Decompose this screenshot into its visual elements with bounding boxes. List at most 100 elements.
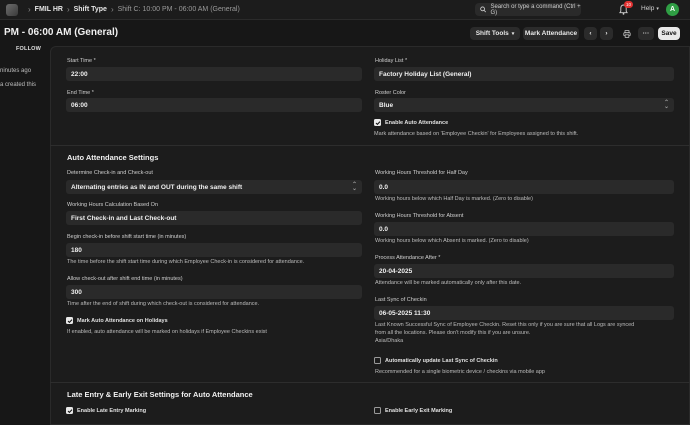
last-sync-label: Last Sync of Checkin xyxy=(375,297,427,303)
chevron-right-icon: › xyxy=(605,30,608,37)
help-dropdown[interactable]: Help ▾ xyxy=(641,5,659,12)
last-sync-description: Last Known Successful Sync of Employee C… xyxy=(375,322,635,328)
allow-checkout-description: Time after the end of shift during which… xyxy=(67,301,260,307)
last-sync-field[interactable]: 06-05-2025 11:30 xyxy=(374,306,674,320)
follow-button[interactable]: FOLLOW xyxy=(16,46,41,52)
save-button[interactable]: Save xyxy=(658,27,680,40)
begin-checkin-field[interactable]: 180 xyxy=(66,243,362,257)
half-day-threshold-label: Working Hours Threshold for Half Day xyxy=(375,170,468,176)
process-after-label: Process Attendance After * xyxy=(375,255,441,261)
holiday-list-field[interactable]: Factory Holiday List (General) xyxy=(374,67,674,81)
roster-color-select[interactable]: Blue ⌃ ⌄ xyxy=(374,98,674,112)
auto-update-sync-label: Automatically update Last Sync of Checki… xyxy=(385,357,498,364)
select-caret-icon: ⌃ ⌄ xyxy=(351,182,357,192)
late-entry-section-title: Late Entry & Early Exit Settings for Aut… xyxy=(67,390,253,399)
enable-auto-attendance-checkbox[interactable]: Enable Auto Attendance xyxy=(374,119,448,126)
start-time-value: 22:00 xyxy=(71,70,88,78)
determine-checkin-value: Alternating entries as IN and OUT during… xyxy=(71,183,243,191)
enable-early-exit-label: Enable Early Exit Marking xyxy=(385,407,453,414)
mark-on-holidays-checkbox[interactable]: Mark Auto Attendance on Holidays xyxy=(66,317,168,324)
breadcrumb: › FMIL HR › Shift Type › Shift C: 10:00 … xyxy=(24,5,240,14)
absent-threshold-field[interactable]: 0.0 xyxy=(374,222,674,236)
enable-early-exit-checkbox[interactable]: Enable Early Exit Marking xyxy=(374,407,452,414)
chevron-right-icon: › xyxy=(28,5,31,14)
holiday-list-label: Holiday List * xyxy=(375,58,408,64)
notification-badge: 10 xyxy=(624,1,634,8)
mark-on-holidays-description: If enabled, auto attendance will be mark… xyxy=(67,329,267,335)
page-title: PM - 06:00 AM (General) xyxy=(4,27,119,38)
last-sync-timezone: Asia/Dhaka xyxy=(375,338,404,344)
start-time-label: Start Time * xyxy=(67,58,96,64)
last-sync-value: 06-05-2025 11:30 xyxy=(379,309,431,317)
mark-attendance-label: Mark Attendance xyxy=(524,30,578,37)
chevron-right-icon: › xyxy=(66,5,70,14)
previous-doc-button[interactable]: ‹ xyxy=(584,27,597,40)
breadcrumb-shift-type[interactable]: Shift Type xyxy=(74,6,107,13)
absent-threshold-value: 0.0 xyxy=(379,225,389,233)
determine-checkin-label: Determine Check-in and Check-out xyxy=(67,170,153,176)
breadcrumb-current: Shift C: 10:00 PM - 06:00 AM (General) xyxy=(117,6,240,13)
half-day-threshold-field[interactable]: 0.0 xyxy=(374,180,674,194)
help-label: Help xyxy=(641,5,655,12)
roster-color-label: Roster Color xyxy=(375,90,406,96)
breadcrumb-fmil-hr[interactable]: FMIL HR xyxy=(35,6,63,13)
auto-update-sync-checkbox[interactable]: Automatically update Last Sync of Checki… xyxy=(374,357,498,364)
roster-color-value: Blue xyxy=(379,101,394,109)
search-icon xyxy=(480,6,487,13)
process-after-field[interactable]: 20-04-2025 xyxy=(374,264,674,278)
checkbox-checked-icon xyxy=(66,407,73,414)
allow-checkout-field[interactable]: 300 xyxy=(66,285,362,299)
half-day-threshold-value: 0.0 xyxy=(379,183,389,191)
holiday-list-value: Factory Holiday List (General) xyxy=(379,70,472,78)
checkbox-unchecked-icon xyxy=(374,357,381,364)
end-time-label: End Time * xyxy=(67,90,94,96)
chevron-right-icon: › xyxy=(110,5,114,14)
top-navbar: › FMIL HR › Shift Type › Shift C: 10:00 … xyxy=(0,0,690,20)
mark-attendance-button[interactable]: Mark Attendance xyxy=(523,27,579,40)
timeline-entry: ninutes ago xyxy=(0,68,32,74)
select-caret-icon: ⌃ ⌄ xyxy=(663,100,669,110)
checkbox-unchecked-icon xyxy=(374,407,381,414)
checkbox-checked-icon xyxy=(66,317,73,324)
avatar[interactable]: A xyxy=(666,3,679,16)
half-day-threshold-description: Working hours below which Half Day is ma… xyxy=(375,196,533,202)
shift-tools-button[interactable]: Shift Tools ▾ xyxy=(470,27,520,40)
end-time-field[interactable]: 06:00 xyxy=(66,98,362,112)
search-placeholder: Search or type a command (Ctrl + G) xyxy=(490,3,581,16)
working-hours-calc-value: First Check-in and Last Check-out xyxy=(71,214,177,222)
begin-checkin-description: The time before the shift start time dur… xyxy=(67,259,305,265)
absent-threshold-label: Working Hours Threshold for Absent xyxy=(375,213,464,219)
process-after-value: 20-04-2025 xyxy=(379,267,413,275)
chevron-down-icon: ▾ xyxy=(656,6,659,12)
start-time-field[interactable]: 22:00 xyxy=(66,67,362,81)
last-sync-description: from all the locations. Please don't mod… xyxy=(375,330,531,336)
enable-late-entry-checkbox[interactable]: Enable Late Entry Marking xyxy=(66,407,146,414)
enable-late-entry-label: Enable Late Entry Marking xyxy=(77,407,147,414)
checkbox-checked-icon xyxy=(374,119,381,126)
sidebar: FOLLOW ninutes ago a created this xyxy=(0,46,50,425)
app-logo-icon[interactable] xyxy=(6,3,18,16)
working-hours-calc-select[interactable]: First Check-in and Last Check-out xyxy=(66,211,362,225)
section-divider xyxy=(50,145,690,146)
next-doc-button[interactable]: › xyxy=(600,27,613,40)
search-input[interactable]: Search or type a command (Ctrl + G) xyxy=(475,3,581,16)
printer-icon xyxy=(622,29,631,38)
enable-auto-attendance-label: Enable Auto Attendance xyxy=(385,119,449,126)
absent-threshold-description: Working hours below which Absent is mark… xyxy=(375,238,529,244)
process-after-description: Attendance will be marked automatically … xyxy=(375,280,522,286)
begin-checkin-value: 180 xyxy=(71,246,82,254)
timeline-entry: a created this xyxy=(0,82,37,88)
auto-update-sync-description: Recommended for a single biometric devic… xyxy=(375,369,545,375)
chevron-down-icon: ▾ xyxy=(511,30,515,37)
determine-checkin-select[interactable]: Alternating entries as IN and OUT during… xyxy=(66,180,362,194)
mark-on-holidays-label: Mark Auto Attendance on Holidays xyxy=(77,317,168,324)
end-time-value: 06:00 xyxy=(71,101,88,109)
print-button[interactable] xyxy=(620,27,633,40)
save-label: Save xyxy=(661,30,677,37)
shift-tools-label: Shift Tools xyxy=(475,30,509,37)
chevron-left-icon: ‹ xyxy=(589,30,592,37)
begin-checkin-label: Begin check-in before shift start time (… xyxy=(67,234,187,240)
section-divider xyxy=(50,382,690,383)
allow-checkout-value: 300 xyxy=(71,288,82,296)
more-menu-button[interactable]: ··· xyxy=(638,27,654,40)
